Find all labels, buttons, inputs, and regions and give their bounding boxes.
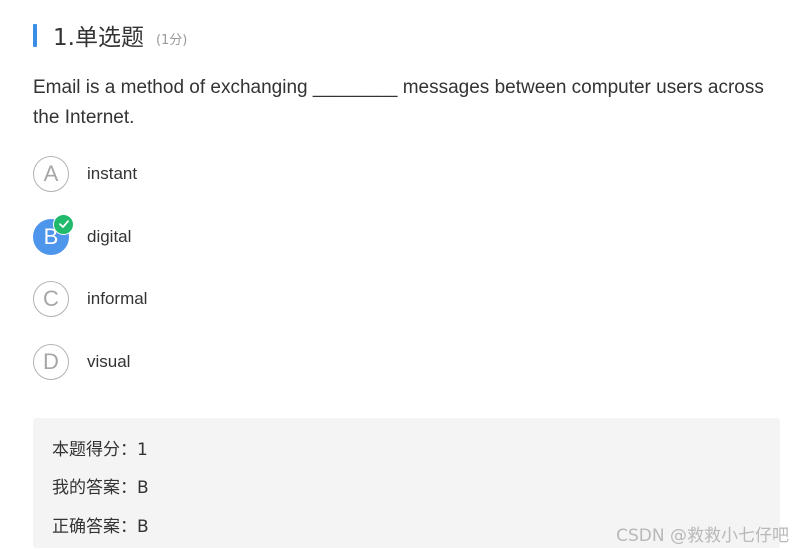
question-title: 1.单选题	[53, 25, 144, 51]
option-d[interactable]: D visual	[33, 343, 147, 381]
question-text: Email is a method of exchanging ________…	[33, 77, 764, 128]
option-b-circle[interactable]: B	[33, 213, 74, 255]
option-c-text: informal	[87, 289, 148, 308]
accent-bar	[33, 23, 37, 47]
correct-answer-line: 正确答案：B	[52, 517, 149, 537]
option-a-text: instant	[87, 164, 138, 183]
option-c-letter[interactable]: C	[33, 281, 69, 317]
options-list: A instant B digital C informal D visual	[33, 155, 147, 405]
my-answer-line: 我的答案：B	[52, 478, 149, 498]
check-icon	[53, 213, 74, 235]
watermark: CSDN @救救小七仔吧	[616, 526, 789, 546]
option-d-letter[interactable]: D	[33, 343, 69, 380]
option-b-text: digital	[87, 226, 132, 246]
option-d-text: visual	[87, 351, 131, 371]
score-line: 本题得分：1	[52, 440, 148, 460]
option-a-letter[interactable]: A	[33, 156, 69, 192]
question-header: 1.单选题 (1分)	[33, 20, 188, 51]
option-c[interactable]: C informal	[33, 280, 147, 318]
quiz-page: 1.单选题 (1分) Email is a method of exchangi…	[0, 0, 805, 554]
option-b[interactable]: B digital	[33, 213, 147, 256]
question-score: (1分)	[155, 32, 188, 48]
option-a[interactable]: A instant	[33, 155, 147, 193]
